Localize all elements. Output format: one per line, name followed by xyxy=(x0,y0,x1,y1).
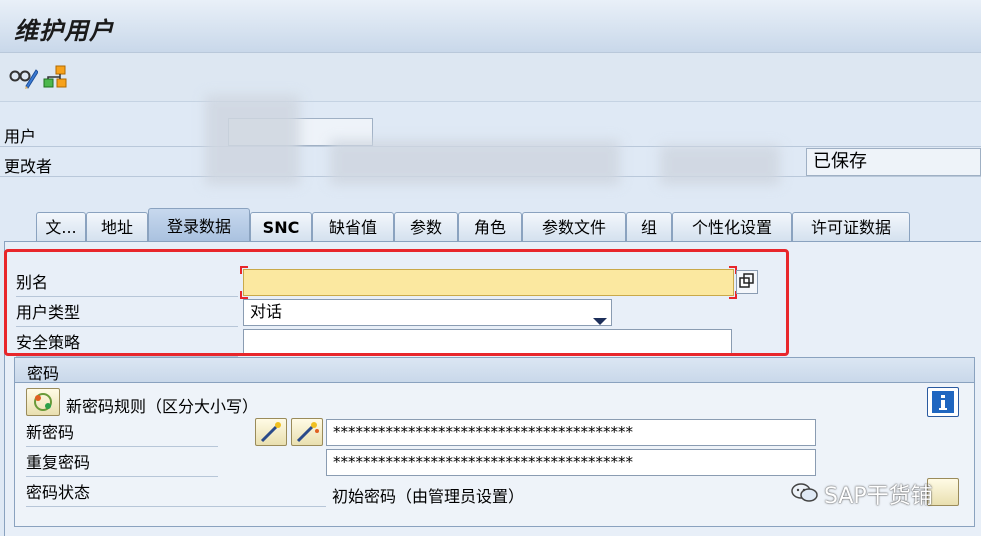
hierarchy-icon[interactable] xyxy=(42,64,68,90)
tab-label: 个性化设置 xyxy=(691,218,772,237)
password-group-title: 密码 xyxy=(27,364,60,383)
tab-label: SNC xyxy=(262,218,300,237)
tab-personalization[interactable]: 个性化设置 xyxy=(672,212,792,242)
tab-groups[interactable]: 组 xyxy=(626,212,672,242)
tab-parameters[interactable]: 参数 xyxy=(394,212,458,242)
new-password-input[interactable]: **************************************** xyxy=(326,419,816,446)
repeat-password-label: 重复密码 xyxy=(26,450,218,477)
tab-label: 地址 xyxy=(100,218,133,237)
tab-label: 组 xyxy=(640,218,657,237)
tab-defaults[interactable]: 缺省值 xyxy=(312,212,394,242)
tab-documentation[interactable]: 文... xyxy=(36,212,86,242)
info-icon[interactable] xyxy=(927,387,959,417)
alias-input[interactable] xyxy=(243,269,734,296)
password-rules-label: 新密码规则（区分大小写） xyxy=(66,397,259,416)
wechat-icon xyxy=(790,480,820,506)
title-bar: 维护用户 xyxy=(0,0,981,53)
save-status-value: 已保存 xyxy=(813,151,867,172)
changed-by-label: 更改者 xyxy=(4,157,53,176)
password-status-label: 密码状态 xyxy=(26,480,326,507)
password-rules-icon[interactable] xyxy=(26,388,60,416)
repeat-password-input[interactable]: **************************************** xyxy=(326,449,816,476)
tab-label: 登录数据 xyxy=(166,217,231,236)
generate-password-icon[interactable] xyxy=(255,418,287,446)
copy-icon[interactable] xyxy=(736,270,758,294)
page-title: 维护用户 xyxy=(14,17,114,45)
save-status-field: 已保存 xyxy=(806,148,981,176)
required-corner xyxy=(240,291,248,299)
tab-roles[interactable]: 角色 xyxy=(458,212,522,242)
glasses-pencil-icon[interactable] xyxy=(8,64,39,90)
redacted-area xyxy=(660,145,780,185)
tab-snc[interactable]: SNC xyxy=(250,212,312,242)
generate-password-icon[interactable] xyxy=(291,418,323,446)
tab-label: 参数 xyxy=(409,218,442,237)
tab-strip: 文... 地址 登录数据 SNC 缺省值 参数 角色 参数文件 组 个性化设置 … xyxy=(0,208,981,242)
user-type-select[interactable]: 对话 xyxy=(243,299,612,326)
tab-logon-data[interactable]: 登录数据 xyxy=(148,208,250,242)
security-policy-input[interactable] xyxy=(243,329,732,356)
tab-label: 参数文件 xyxy=(541,218,606,237)
tab-label: 角色 xyxy=(473,218,506,237)
tab-label: 缺省值 xyxy=(328,218,377,237)
alias-label: 别名 xyxy=(16,270,238,297)
tab-address[interactable]: 地址 xyxy=(86,212,148,242)
redacted-area xyxy=(330,140,620,185)
user-type-value: 对话 xyxy=(250,302,283,321)
password-status-value: 初始密码（由管理员设置） xyxy=(332,487,525,506)
tab-label: 许可证数据 xyxy=(810,218,891,237)
tab-profiles[interactable]: 参数文件 xyxy=(522,212,626,242)
watermark-text: SAP干货铺 xyxy=(824,484,933,509)
required-corner xyxy=(240,266,248,274)
security-policy-label: 安全策略 xyxy=(16,330,238,357)
redacted-area xyxy=(205,95,300,185)
password-group-header: 密码 xyxy=(15,358,974,383)
tab-license-data[interactable]: 许可证数据 xyxy=(792,212,910,242)
application-toolbar xyxy=(0,53,981,102)
tab-label: 文... xyxy=(45,218,77,237)
user-label: 用户 xyxy=(4,127,37,146)
user-type-label: 用户类型 xyxy=(16,300,238,327)
new-password-label: 新密码 xyxy=(26,420,218,447)
